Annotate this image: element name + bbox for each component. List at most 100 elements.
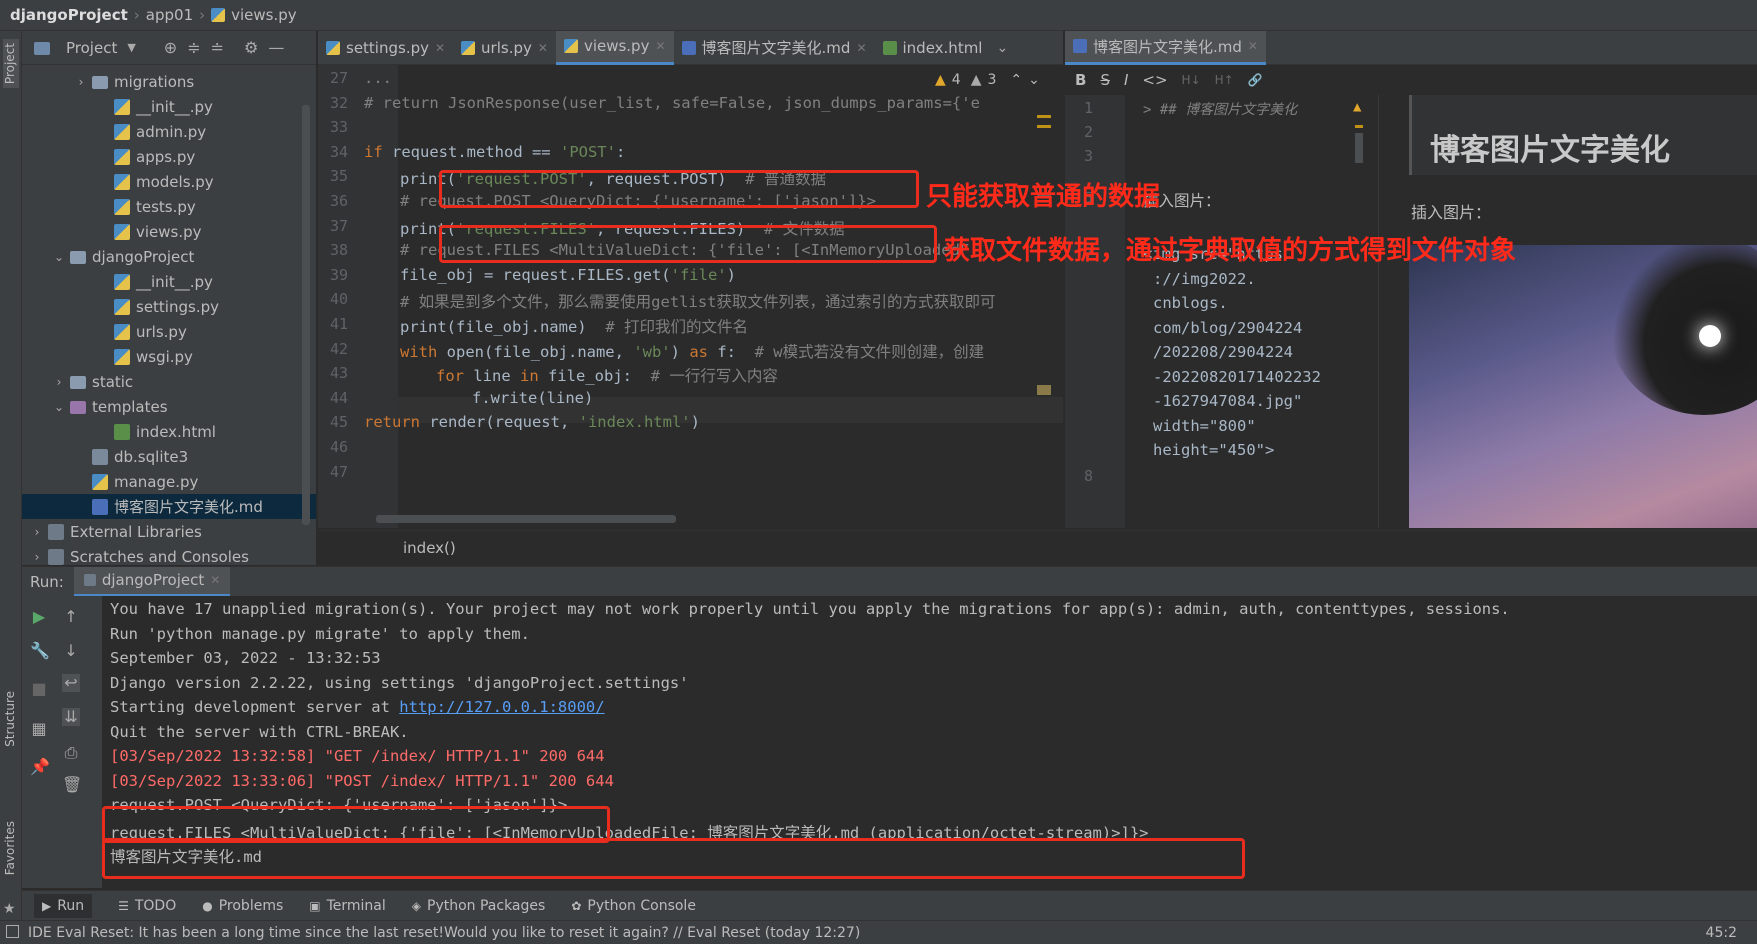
function-crumb[interactable]: index() — [403, 539, 456, 557]
close-icon[interactable]: ✕ — [655, 39, 665, 53]
breadcrumb-project[interactable]: djangoProject — [10, 6, 128, 24]
database-icon — [92, 448, 108, 465]
scroll-to-end-icon[interactable]: ⇊ — [62, 708, 80, 726]
down-arrow-icon[interactable]: ↓ — [62, 642, 80, 660]
soft-wrap-icon[interactable]: ↩ — [62, 674, 80, 692]
close-icon[interactable]: ✕ — [435, 41, 445, 55]
tree-item[interactable]: ⌄ djangoProject — [22, 244, 316, 269]
warning-stripe[interactable] — [1037, 125, 1051, 128]
tab--md[interactable]: 博客图片文字美化.md ✕ — [674, 31, 875, 65]
rerun-icon[interactable]: ▶ — [30, 608, 48, 626]
warning-stripe[interactable] — [1037, 115, 1051, 118]
tree-item[interactable]: settings.py — [22, 294, 316, 319]
folder-icon — [70, 376, 86, 389]
templates-folder-icon — [70, 401, 86, 414]
warning-stripe[interactable] — [1355, 125, 1363, 128]
italic-button[interactable]: I — [1124, 71, 1128, 89]
bottom-tool-todo[interactable]: ☰ TODO — [118, 898, 176, 914]
tree-item[interactable]: manage.py — [22, 469, 316, 494]
status-toggle-icon[interactable] — [6, 925, 19, 938]
print-icon[interactable]: ⎙ — [62, 744, 80, 762]
expand-all-icon[interactable]: ≑ — [187, 38, 200, 57]
tree-item[interactable]: wsgi.py — [22, 344, 316, 369]
tree-scrollbar[interactable] — [302, 105, 310, 525]
tree-item[interactable]: models.py — [22, 169, 316, 194]
vertical-scrollbar[interactable] — [1355, 133, 1363, 163]
tree-item[interactable]: views.py — [22, 219, 316, 244]
tree-item[interactable]: › External Libraries — [22, 519, 316, 544]
close-icon[interactable]: ✕ — [210, 573, 220, 587]
markdown-file-icon — [1073, 39, 1087, 53]
strikethrough-button[interactable]: S — [1100, 71, 1110, 89]
tab-views-py[interactable]: views.py ✕ — [555, 30, 674, 65]
server-link[interactable]: http://127.0.0.1:8000/ — [399, 698, 604, 716]
breadcrumb-file[interactable]: views.py — [231, 6, 297, 24]
tree-item[interactable]: urls.py — [22, 319, 316, 344]
tree-item[interactable]: __init__.py — [22, 94, 316, 119]
project-panel-title[interactable]: Project — [66, 39, 117, 57]
markdown-source-editor[interactable]: 1 > ## 博客图片文字美化 2 3 5 插入图片： 7 <img src="https:/… — [1065, 95, 1377, 528]
favorites-tool-button[interactable]: Favorites — [3, 821, 17, 875]
structure-tool-button[interactable]: Structure — [3, 691, 17, 747]
status-message[interactable]: IDE Eval Reset: It has been a long time … — [28, 925, 860, 941]
header-down-button[interactable]: H↓ — [1182, 73, 1201, 87]
chevron-down-icon[interactable]: ⌄ — [1028, 72, 1040, 88]
chevron-right-icon[interactable]: › — [74, 75, 88, 89]
tab-urls-py[interactable]: urls.py ✕ — [453, 31, 556, 65]
bottom-tool-terminal[interactable]: ▣ Terminal — [309, 898, 386, 914]
tree-item[interactable]: admin.py — [22, 119, 316, 144]
tree-item[interactable]: › Scratches and Consoles — [22, 544, 316, 566]
close-icon[interactable]: ✕ — [538, 41, 548, 55]
tree-item[interactable]: › static — [22, 369, 316, 394]
bottom-tool-problems[interactable]: ● Problems — [202, 898, 283, 914]
bold-button[interactable]: B — [1075, 71, 1086, 89]
locate-icon[interactable]: ⊕ — [164, 38, 177, 57]
chevron-right-icon[interactable]: › — [30, 550, 44, 564]
tab-markdown-preview[interactable]: 博客图片文字美化.md ✕ — [1065, 30, 1266, 65]
tree-item[interactable]: tests.py — [22, 194, 316, 219]
tab-index-html[interactable]: index.html — [875, 31, 991, 65]
chevron-down-icon[interactable]: ▼ — [127, 41, 135, 54]
tree-item[interactable]: apps.py — [22, 144, 316, 169]
bottom-tool-python-console[interactable]: ✿ Python Console — [571, 898, 696, 914]
tree-item[interactable]: db.sqlite3 — [22, 444, 316, 469]
tree-item[interactable]: index.html — [22, 419, 316, 444]
bottom-tool-python-packages[interactable]: ◈ Python Packages — [412, 898, 546, 914]
pin-icon[interactable]: 📌 — [30, 758, 50, 776]
breadcrumb-folder[interactable]: app01 — [146, 6, 193, 24]
tree-item[interactable]: 博客图片文字美化.md — [22, 494, 316, 519]
close-icon[interactable]: ✕ — [1248, 39, 1258, 53]
layout-icon[interactable]: ▦ — [30, 720, 48, 738]
chevron-up-icon[interactable]: ⌃ — [1010, 72, 1022, 88]
chevron-down-icon[interactable]: ⌄ — [52, 250, 66, 264]
tree-item[interactable]: ⌄ templates — [22, 394, 316, 419]
caret-position[interactable]: 45:2 — [1706, 925, 1737, 941]
chevron-down-icon[interactable]: ⌄ — [52, 400, 66, 414]
up-arrow-icon[interactable]: ↑ — [62, 608, 80, 626]
chevron-down-icon[interactable]: ⌄ — [996, 40, 1008, 56]
link-button[interactable]: 🔗 — [1248, 73, 1263, 87]
wrench-icon[interactable]: 🔧 — [30, 642, 50, 660]
header-up-button[interactable]: H↑ — [1215, 73, 1234, 87]
chevron-right-icon[interactable]: › — [52, 375, 66, 389]
trash-icon[interactable]: 🗑 — [62, 776, 82, 794]
code-line: # return JsonResponse(user_list, safe=Fa… — [364, 94, 980, 112]
error-stripe[interactable] — [1037, 385, 1051, 395]
collapse-all-icon[interactable]: ≐ — [211, 38, 224, 57]
horizontal-scrollbar[interactable] — [376, 515, 676, 523]
stop-icon[interactable]: ■ — [30, 680, 48, 698]
project-tool-button[interactable]: Project — [3, 39, 19, 89]
code-editor[interactable]: 27... 32 # return JsonResponse(user_list, … — [318, 65, 1063, 528]
bottom-tool-run[interactable]: ▶ Run — [34, 893, 93, 918]
tree-item[interactable]: › migrations — [22, 69, 316, 94]
tab-run-config[interactable]: djangoProject ✕ — [73, 566, 231, 597]
minimize-icon[interactable]: — — [268, 38, 284, 57]
chevron-right-icon[interactable]: › — [30, 525, 44, 539]
inspection-widget[interactable]: ▲ 4 ▲ 3 ⌃ ⌄ — [935, 72, 1040, 88]
gear-icon[interactable]: ⚙ — [244, 38, 258, 57]
tree-item[interactable]: __init__.py — [22, 269, 316, 294]
close-icon[interactable]: ✕ — [856, 41, 866, 55]
code-button[interactable]: <> — [1142, 71, 1167, 89]
tab-settings-py[interactable]: settings.py ✕ — [318, 31, 453, 65]
tree-silhouette — [1609, 245, 1757, 415]
